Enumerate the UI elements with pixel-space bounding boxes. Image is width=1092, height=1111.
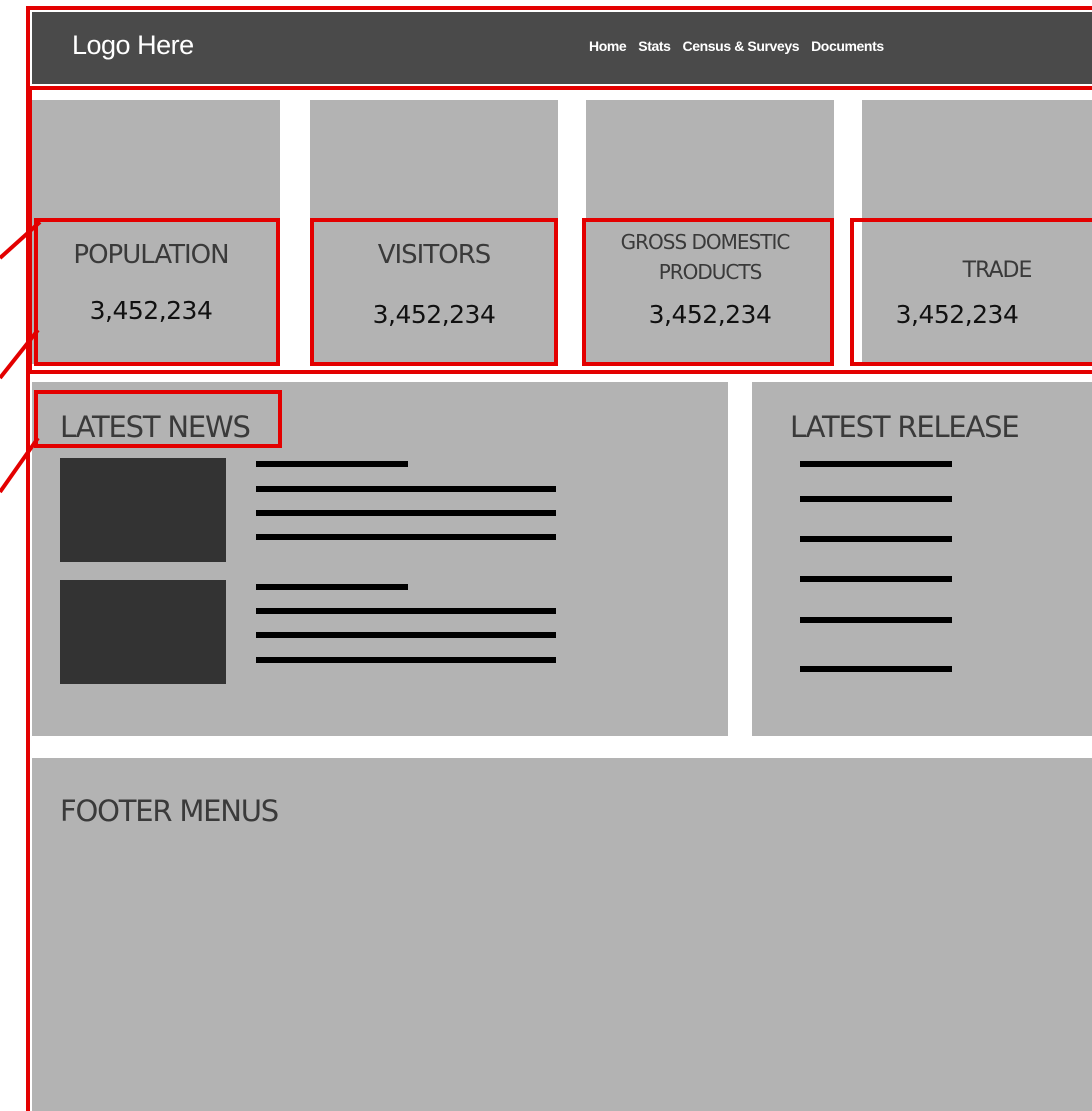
connector-line bbox=[0, 328, 40, 380]
connector-line bbox=[0, 436, 40, 494]
connector-line bbox=[0, 220, 42, 260]
annotation-connectors bbox=[0, 220, 42, 494]
